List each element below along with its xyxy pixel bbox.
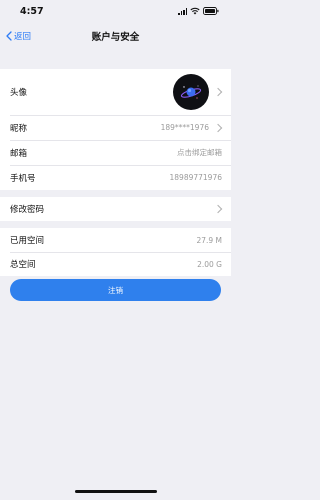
home-indicator <box>74 490 157 493</box>
phone-row[interactable]: 手机号 18989771976 <box>0 165 231 190</box>
chevron-right-icon <box>213 204 223 214</box>
used-space-label: 已用空间 <box>10 236 45 246</box>
nickname-label: 昵称 <box>10 123 28 134</box>
avatar <box>173 74 209 110</box>
phone-row-right: 18989771976 <box>170 173 223 182</box>
chevron-right-icon <box>213 87 223 97</box>
back-label: 返回 <box>14 32 32 42</box>
back-button[interactable]: 返回 <box>6 22 31 50</box>
phone-label: 手机号 <box>10 173 36 184</box>
total-space-label: 总空间 <box>10 260 36 270</box>
change-password-row-right <box>213 204 223 214</box>
avatar-row[interactable]: 头像 <box>0 69 231 115</box>
nickname-value: 189****1976 <box>160 123 209 132</box>
avatar-label: 头像 <box>10 88 28 98</box>
cellular-signal-icon <box>178 7 187 15</box>
email-label: 邮箱 <box>10 148 28 159</box>
email-row[interactable]: 邮箱 点击绑定邮箱 <box>0 140 231 165</box>
wifi-icon <box>190 7 200 15</box>
planet-icon <box>180 85 202 99</box>
avatar-row-right <box>173 74 223 110</box>
change-password-label: 修改密码 <box>10 205 45 215</box>
used-space-row: 已用空间 27.9 M <box>0 228 231 252</box>
profile-group: 头像 昵称 189****1976 邮箱 点击绑定邮箱 手机号 18989771… <box>0 69 231 190</box>
total-space-value: 2.00 G <box>197 259 222 269</box>
email-value: 点击绑定邮箱 <box>177 148 222 157</box>
phone-value: 18989771976 <box>169 173 223 182</box>
logout-button[interactable]: 注销 <box>10 279 221 301</box>
battery-icon <box>203 7 219 15</box>
page-title: 账户与安全 <box>91 32 140 43</box>
status-icons <box>178 7 219 15</box>
nickname-row[interactable]: 昵称 189****1976 <box>0 115 231 140</box>
security-group: 修改密码 <box>0 197 231 221</box>
used-space-value: 27.9 M <box>196 235 222 245</box>
status-bar: 4:57 <box>0 0 231 22</box>
total-space-row-right: 2.00 G <box>197 260 222 269</box>
storage-group: 已用空间 27.9 M 总空间 2.00 G <box>0 228 231 276</box>
nickname-row-right: 189****1976 <box>160 123 223 132</box>
chevron-right-icon <box>213 123 223 132</box>
email-row-right: 点击绑定邮箱 <box>177 147 222 158</box>
status-time: 4:57 <box>20 5 44 17</box>
chevron-left-icon <box>6 31 12 41</box>
used-space-row-right: 27.9 M <box>196 236 222 245</box>
change-password-row[interactable]: 修改密码 <box>0 197 231 221</box>
navigation-bar: 返回 账户与安全 <box>0 22 231 50</box>
total-space-row: 总空间 2.00 G <box>0 252 231 276</box>
